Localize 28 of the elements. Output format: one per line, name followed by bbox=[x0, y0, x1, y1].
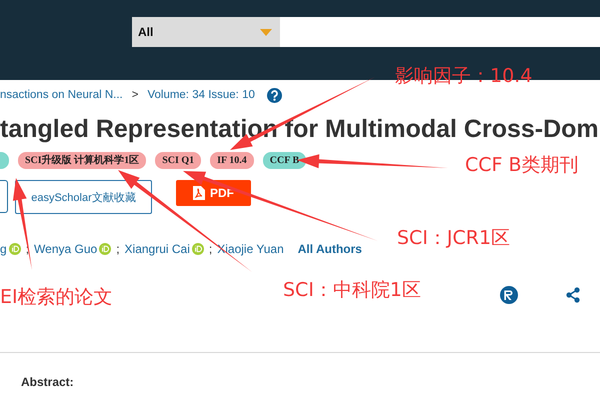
separator: ; bbox=[208, 242, 212, 256]
scope-dropdown[interactable]: All bbox=[132, 17, 280, 47]
breadcrumb-separator: > bbox=[132, 89, 138, 101]
tag: SCI升级版 计算机科学1区 bbox=[18, 152, 146, 169]
abstract-heading: Abstract: bbox=[21, 375, 75, 389]
help-icon[interactable] bbox=[266, 88, 282, 102]
author-link[interactable]: g bbox=[0, 242, 7, 256]
collect-button[interactable]: easyScholar文献收藏 bbox=[15, 180, 152, 214]
r-badge-icon[interactable] bbox=[500, 286, 518, 304]
pdf-icon bbox=[193, 186, 205, 200]
tag: SCI Q1 bbox=[155, 152, 202, 169]
pdf-button[interactable]: PDF bbox=[176, 180, 251, 206]
author-link[interactable]: Xiangrui Cai bbox=[124, 242, 190, 256]
annotation-text: EI检索的论文 bbox=[0, 285, 113, 310]
tag: IF 10.4 bbox=[210, 152, 254, 169]
tag: CCF B bbox=[262, 152, 306, 169]
breadcrumb-link[interactable]: Volume: 34 Issue: 10 bbox=[147, 89, 255, 101]
annotation-text: SCI：中科院1区 bbox=[283, 278, 422, 303]
caret-icon bbox=[260, 28, 272, 36]
share-icon[interactable] bbox=[566, 287, 580, 303]
breadcrumb-link[interactable]: nsactions on Neural N... bbox=[0, 89, 123, 101]
search-field[interactable] bbox=[280, 17, 600, 47]
all-authors-link[interactable]: All Authors bbox=[298, 242, 362, 256]
annotation-text: SCI：JCR1区 bbox=[397, 226, 510, 251]
button-edge[interactable] bbox=[0, 180, 8, 213]
author-link[interactable]: Wenya Guo bbox=[34, 242, 98, 256]
separator: ; bbox=[116, 242, 120, 256]
annotation-text: CCF B类期刊 bbox=[465, 153, 579, 178]
